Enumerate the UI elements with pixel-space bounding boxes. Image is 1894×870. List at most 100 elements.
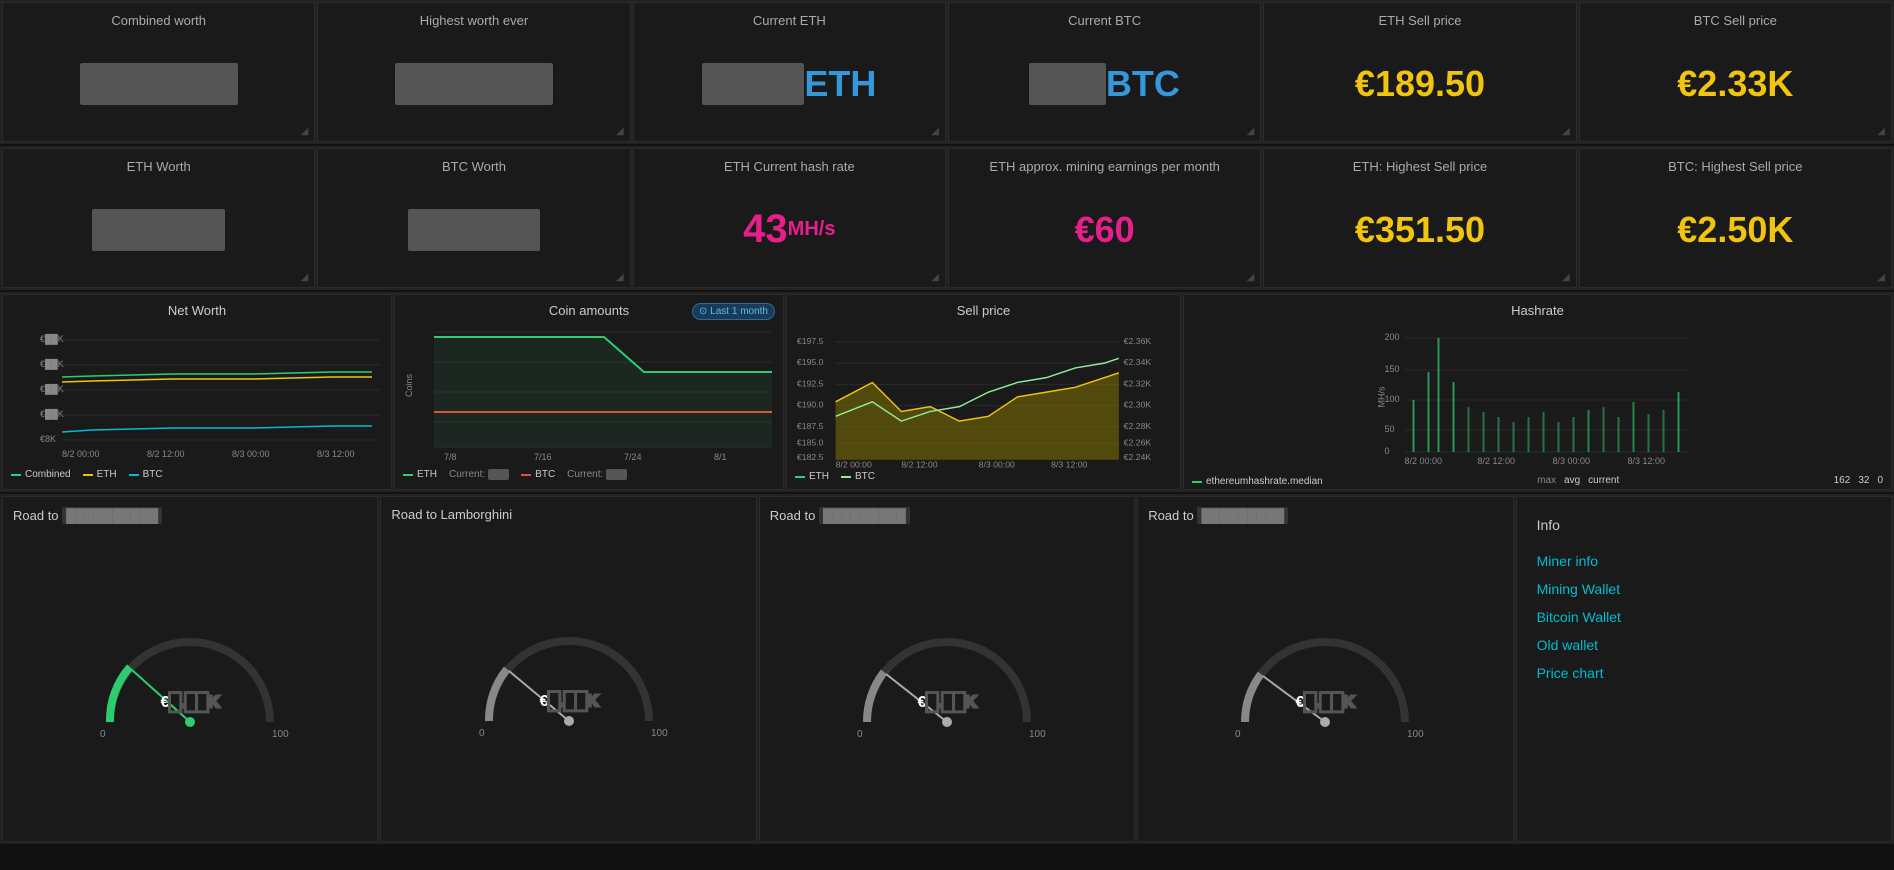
stat-title: ETH Sell price — [1278, 13, 1561, 28]
svg-text:8/3 12:00: 8/3 12:00 — [317, 449, 355, 459]
chart-legend: Combined ETH BTC — [11, 469, 383, 480]
stat-btc-sell-price: BTC Sell price €2.33K ◢ — [1579, 2, 1892, 142]
info-card: Info Miner info Mining Wallet Bitcoin Wa… — [1516, 496, 1892, 842]
stat-title: ETH approx. mining earnings per month — [963, 159, 1246, 174]
stat-btc-highest-sell: BTC: Highest Sell price €2.50K ◢ — [1579, 148, 1892, 288]
stat-value: €2.33K — [1594, 36, 1877, 131]
stat-eth-worth: ETH Worth €█.██K ◢ — [2, 148, 315, 288]
svg-text:100: 100 — [1029, 729, 1046, 740]
svg-text:8/3 00:00: 8/3 00:00 — [1553, 456, 1591, 466]
stat-value: €██.██K — [17, 36, 300, 131]
svg-text:0: 0 — [1235, 729, 1241, 740]
gauge-svg-4: 0 100 €█.██K — [1225, 622, 1425, 742]
svg-text:7/16: 7/16 — [534, 452, 552, 462]
svg-text:€195.0: €195.0 — [797, 357, 824, 367]
svg-text:€8K: €8K — [40, 434, 56, 444]
svg-text:€█.██K: €█.██K — [1296, 692, 1355, 712]
svg-text:€2.36K: €2.36K — [1124, 336, 1152, 346]
svg-text:0: 0 — [100, 729, 106, 740]
link-old-wallet[interactable]: Old wallet — [1537, 637, 1871, 653]
road-title-3: Road to █████████ — [770, 507, 1124, 524]
svg-text:MH/s: MH/s — [1377, 386, 1387, 407]
stat-eth-highest-sell: ETH: Highest Sell price €351.50 ◢ — [1263, 148, 1576, 288]
link-miner-info[interactable]: Miner info — [1537, 553, 1871, 569]
svg-text:8/2 00:00: 8/2 00:00 — [836, 460, 872, 470]
link-price-chart[interactable]: Price chart — [1537, 665, 1871, 681]
svg-text:100: 100 — [651, 728, 668, 739]
link-mining-wallet[interactable]: Mining Wallet — [1537, 581, 1871, 597]
svg-text:€190.0: €190.0 — [797, 400, 824, 410]
svg-text:€197.5: €197.5 — [797, 336, 824, 346]
stat-current-btc: Current BTC ███BTC ◢ — [948, 2, 1261, 142]
gauge-svg-lamborghini: 0 100 €█.██K — [469, 621, 669, 741]
svg-text:150: 150 — [1385, 364, 1400, 374]
stat-value: €60 — [963, 182, 1246, 277]
stat-title: Highest worth ever — [332, 13, 615, 28]
svg-text:0: 0 — [857, 729, 863, 740]
stat-eth-mining-earnings: ETH approx. mining earnings per month €6… — [948, 148, 1261, 288]
gauge-3: 0 100 €█.██K — [770, 532, 1124, 831]
svg-text:8/2 12:00: 8/2 12:00 — [1478, 456, 1516, 466]
svg-text:8/1: 8/1 — [714, 452, 727, 462]
road-card-4: Road to █████████ 0 100 €█.██K — [1137, 496, 1513, 842]
stat-value: €351.50 — [1278, 182, 1561, 277]
sell-price-svg: €197.5 €195.0 €192.5 €190.0 €187.5 €185.… — [795, 322, 1172, 470]
road-card-3: Road to █████████ 0 100 €█.██K — [759, 496, 1135, 842]
svg-text:0: 0 — [479, 728, 485, 739]
svg-text:€██K: €██K — [40, 408, 64, 420]
svg-text:€██K: €██K — [40, 333, 64, 345]
svg-text:€2.30K: €2.30K — [1124, 400, 1152, 410]
hashrate-svg: 200 150 100 50 0 MH/s — [1192, 322, 1883, 467]
time-badge[interactable]: ⊙ Last 1 month — [692, 303, 775, 320]
svg-text:8/3 00:00: 8/3 00:00 — [232, 449, 270, 459]
svg-text:8/3 12:00: 8/3 12:00 — [1051, 460, 1087, 470]
svg-text:€█.██K: €█.██K — [918, 692, 977, 712]
sell-price-chart: Sell price €197.5 €195.0 €192.5 €190.0 €… — [786, 294, 1181, 490]
road-title-1: Road to ██████████ — [13, 507, 367, 524]
svg-text:7/24: 7/24 — [624, 452, 642, 462]
stats-row-1: Combined worth €██.██K ◢ Highest worth e… — [0, 0, 1894, 144]
svg-text:€2.32K: €2.32K — [1124, 378, 1152, 388]
stat-title: ETH Worth — [17, 159, 300, 174]
hashrate-chart: Hashrate 200 150 100 50 0 MH/s — [1183, 294, 1892, 490]
gauge-1: 0 100 €█.██K — [13, 532, 367, 831]
svg-text:€185.0: €185.0 — [797, 437, 824, 447]
svg-text:50: 50 — [1385, 424, 1395, 434]
svg-text:8/2 00:00: 8/2 00:00 — [1405, 456, 1443, 466]
stat-value: ████ETH — [648, 36, 931, 131]
coin-amounts-chart: Coin amounts ⊙ Last 1 month Coins 7/8 7/… — [394, 294, 784, 490]
stats-row-2: ETH Worth €█.██K ◢ BTC Worth €█.██K ◢ ET… — [0, 146, 1894, 290]
stat-eth-hashrate: ETH Current hash rate 43MH/s ◢ — [633, 148, 946, 288]
stat-btc-worth: BTC Worth €█.██K ◢ — [317, 148, 630, 288]
stat-current-eth: Current ETH ████ETH ◢ — [633, 2, 946, 142]
info-title: Info — [1537, 517, 1871, 533]
svg-text:€182.5: €182.5 — [797, 452, 824, 462]
stat-title: Combined worth — [17, 13, 300, 28]
bottom-row: Road to ██████████ 0 100 €█.██K — [0, 494, 1894, 844]
stat-value: €█.██K — [332, 182, 615, 277]
svg-text:€187.5: €187.5 — [797, 421, 824, 431]
charts-row: Net Worth €██K €██K €██K €██K €8K 8/2 00… — [0, 292, 1894, 492]
stat-value: €2.50K — [1594, 182, 1877, 277]
road-card-lamborghini: Road to Lamborghini 0 100 €█.██K — [380, 496, 756, 842]
svg-text:8/3 12:00: 8/3 12:00 — [1628, 456, 1666, 466]
stat-highest-worth: Highest worth ever €██.██K ◢ — [317, 2, 630, 142]
svg-text:100: 100 — [272, 729, 289, 740]
chart-legend: ethereumhashrate.median — [1192, 476, 1323, 487]
link-bitcoin-wallet[interactable]: Bitcoin Wallet — [1537, 609, 1871, 625]
road-title-4: Road to █████████ — [1148, 507, 1502, 524]
coin-amounts-svg: Coins 7/8 7/16 7/24 8/1 — [403, 322, 775, 462]
stat-title: BTC Worth — [332, 159, 615, 174]
svg-text:€█.██K: €█.██K — [161, 692, 220, 712]
stat-value: 43MH/s — [648, 182, 931, 277]
net-worth-chart: Net Worth €██K €██K €██K €██K €8K 8/2 00… — [2, 294, 392, 490]
svg-text:€██K: €██K — [40, 358, 64, 370]
svg-text:€██K: €██K — [40, 383, 64, 395]
stat-eth-sell-price: ETH Sell price €189.50 ◢ — [1263, 2, 1576, 142]
svg-text:€2.24K: €2.24K — [1124, 452, 1152, 462]
stat-value: €189.50 — [1278, 36, 1561, 131]
chart-title: Hashrate — [1192, 303, 1883, 318]
svg-text:100: 100 — [1407, 729, 1424, 740]
svg-text:8/2 00:00: 8/2 00:00 — [62, 449, 100, 459]
svg-text:€192.5: €192.5 — [797, 378, 824, 388]
